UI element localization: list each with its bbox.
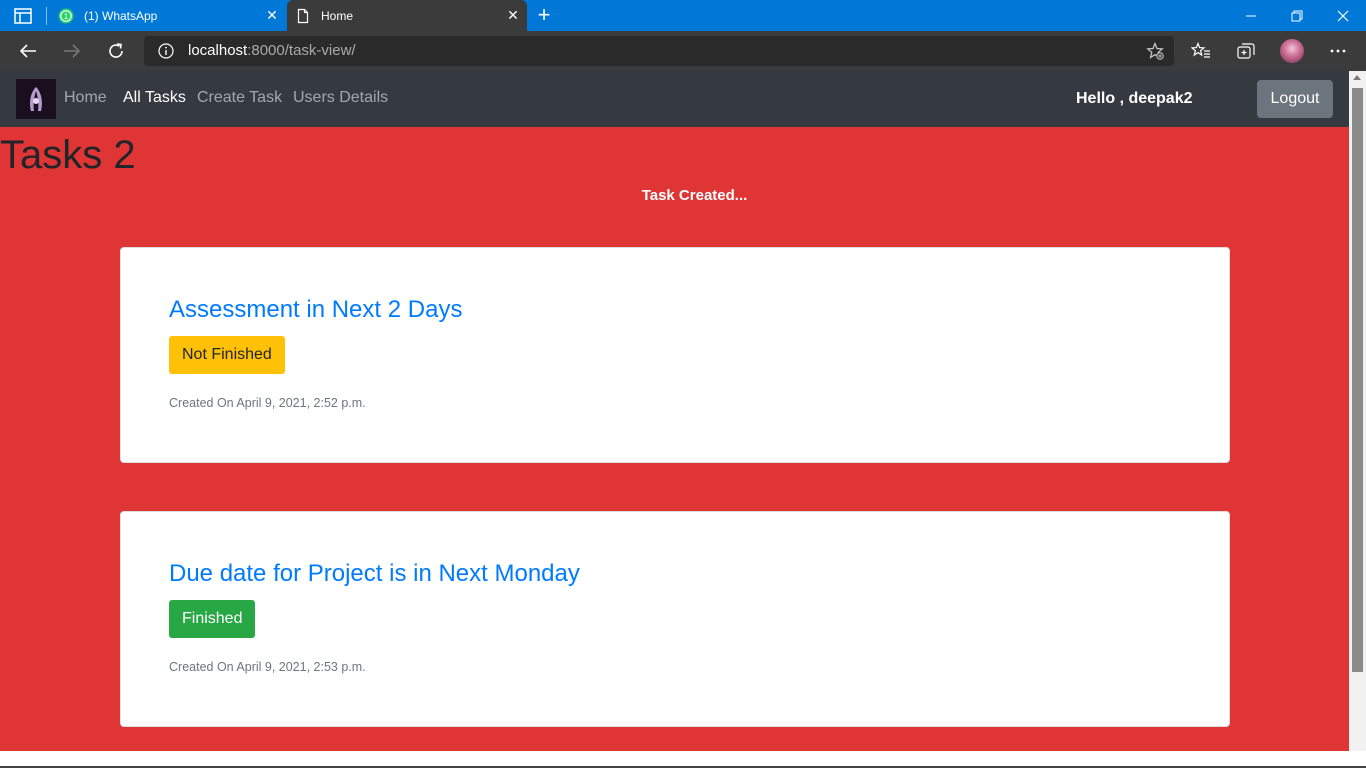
back-icon[interactable] — [16, 40, 40, 62]
task-card: Due date for Project is in Next Monday F… — [120, 511, 1230, 727]
logout-button[interactable]: Logout — [1257, 80, 1333, 118]
whatsapp-icon: 1 — [58, 8, 74, 23]
close-tab-icon[interactable]: ✕ — [258, 7, 286, 24]
task-card: Assessment in Next 2 Days Not Finished C… — [120, 247, 1230, 463]
tab-actions-icon[interactable] — [14, 8, 32, 24]
page-title: Tasks 2 — [0, 133, 136, 177]
browser-tab-bar: 1 (1) WhatsApp ✕ Home ✕ + — [0, 0, 1366, 31]
status-badge: Not Finished — [169, 336, 285, 374]
nav-link-all-tasks[interactable]: All Tasks — [123, 89, 186, 107]
close-tab-icon[interactable]: ✕ — [499, 7, 527, 24]
tab-separator — [46, 7, 47, 25]
brand-logo[interactable] — [16, 79, 56, 119]
tab-title: (1) WhatsApp — [84, 8, 158, 23]
add-favorite-icon[interactable] — [1146, 42, 1164, 60]
page-icon — [297, 8, 309, 23]
site-navbar: Home All Tasks Create Task Users Details… — [0, 71, 1349, 127]
site-info-icon[interactable] — [158, 43, 174, 59]
page-viewport: Home All Tasks Create Task Users Details… — [0, 71, 1349, 751]
more-options-icon[interactable] — [1327, 40, 1349, 62]
favorites-icon[interactable] — [1190, 40, 1212, 62]
logo-icon — [16, 79, 56, 119]
task-title-link[interactable]: Due date for Project is in Next Monday — [169, 560, 580, 588]
task-created-date: Created On April 9, 2021, 2:52 p.m. — [169, 396, 366, 410]
scrollbar-thumb[interactable] — [1352, 88, 1363, 672]
refresh-icon[interactable] — [104, 40, 128, 62]
close-window-icon[interactable] — [1320, 0, 1366, 31]
address-bar[interactable]: localhost:8000/task-view/ — [144, 36, 1174, 66]
collections-icon[interactable] — [1235, 40, 1257, 62]
url-text[interactable]: localhost:8000/task-view/ — [188, 42, 356, 59]
tab-whatsapp[interactable]: 1 (1) WhatsApp ✕ — [50, 0, 286, 31]
minimize-icon[interactable] — [1228, 0, 1274, 31]
forward-icon[interactable] — [60, 40, 84, 62]
restore-icon[interactable] — [1274, 0, 1320, 31]
nav-link-users-details[interactable]: Users Details — [293, 89, 388, 107]
status-badge: Finished — [169, 600, 256, 638]
svg-text:1: 1 — [64, 12, 69, 21]
horizontal-scroll-area — [0, 751, 1366, 768]
scroll-up-icon[interactable] — [1353, 75, 1361, 80]
tab-title: Home — [321, 8, 354, 23]
task-title-link[interactable]: Assessment in Next 2 Days — [169, 296, 462, 324]
browser-toolbar: localhost:8000/task-view/ — [0, 31, 1366, 71]
tab-home[interactable]: Home ✕ — [287, 0, 527, 31]
vertical-scrollbar[interactable] — [1349, 71, 1366, 751]
profile-avatar[interactable] — [1280, 39, 1304, 63]
status-message: Task Created... — [641, 187, 748, 204]
task-created-date: Created On April 9, 2021, 2:53 p.m. — [169, 660, 366, 674]
nav-link-create-task[interactable]: Create Task — [197, 89, 282, 107]
user-greeting: Hello , deepak2 — [1076, 90, 1193, 107]
nav-link-home[interactable]: Home — [64, 89, 107, 107]
new-tab-icon[interactable]: + — [534, 4, 554, 26]
